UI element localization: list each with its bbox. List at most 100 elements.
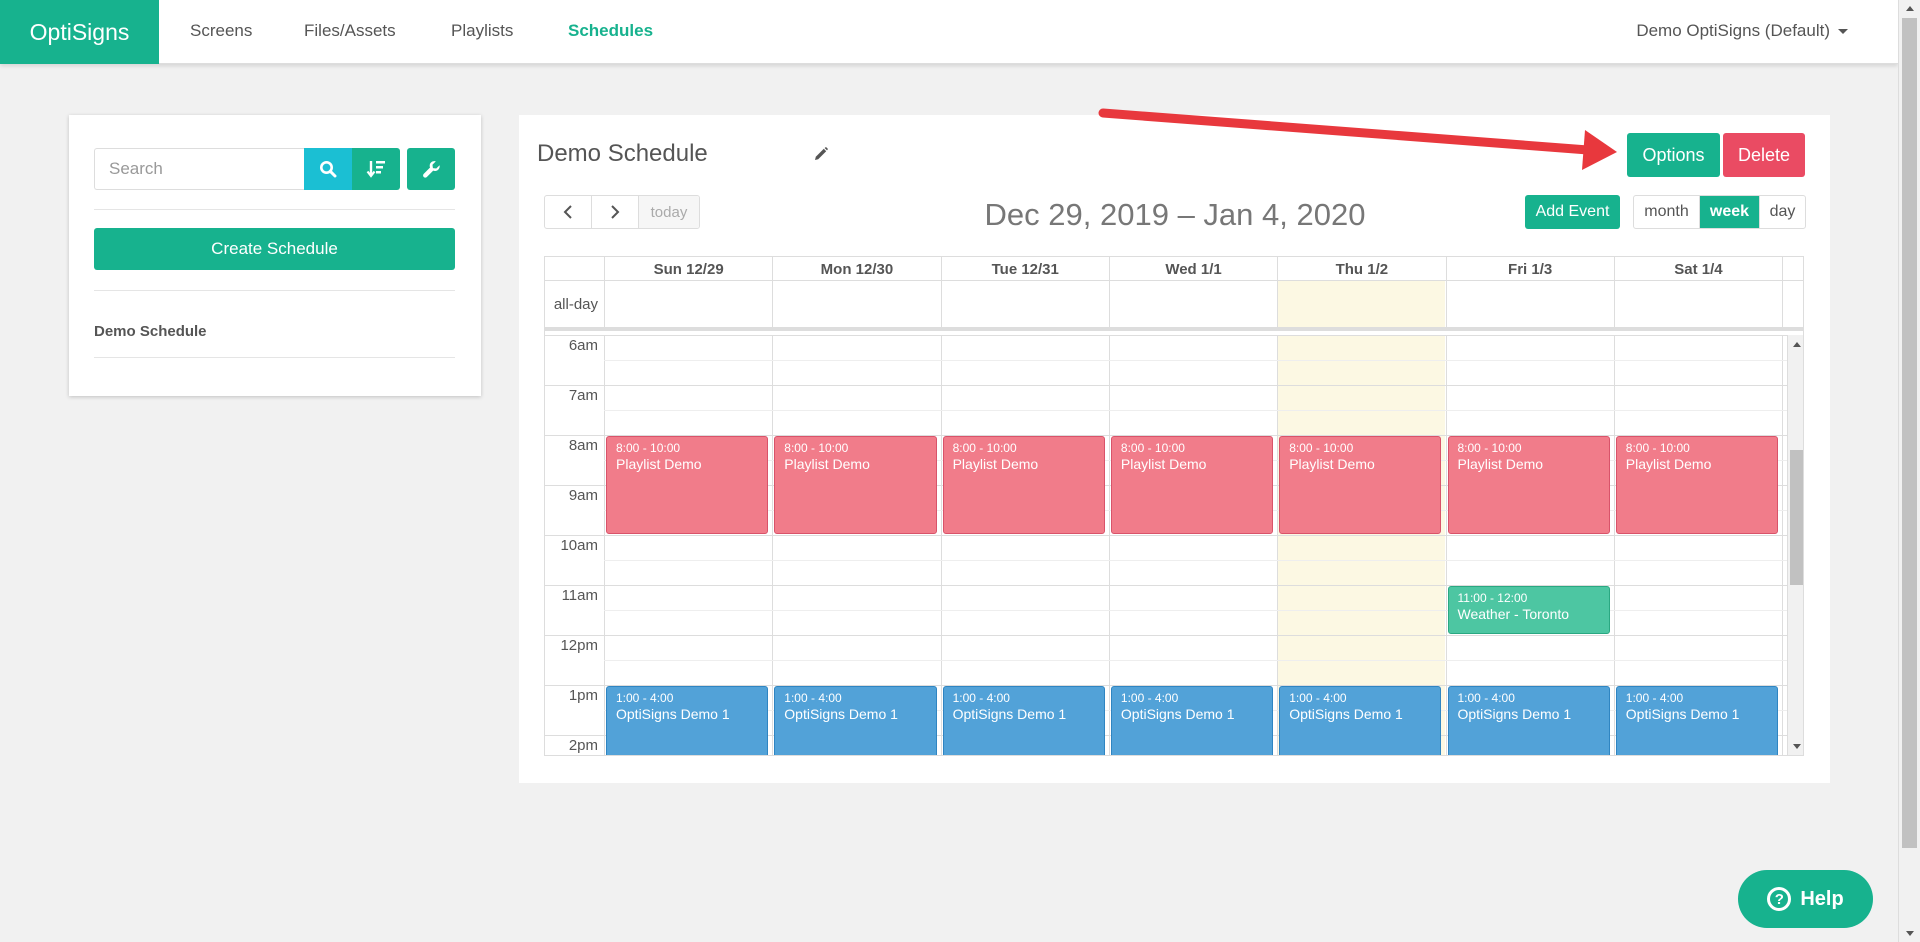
nav-playlists[interactable]: Playlists [451, 21, 513, 41]
optisigns-demo-event[interactable]: 1:00 - 4:00 OptiSigns Demo 1 [942, 686, 1105, 755]
optisigns-demo-event[interactable]: 1:00 - 4:00 OptiSigns Demo 1 [1110, 686, 1274, 755]
search-button[interactable] [304, 148, 352, 190]
column-divider [772, 335, 774, 755]
column-divider [1277, 281, 1279, 327]
pencil-icon[interactable] [814, 147, 828, 161]
event-time: 8:00 - 10:00 [1457, 441, 1522, 455]
chevron-right-icon [611, 205, 620, 219]
time-label: 9am [568, 487, 598, 504]
half-hour-line [604, 560, 1787, 561]
account-dropdown[interactable]: Demo OptiSigns (Default) [1636, 21, 1848, 41]
event-time: 1:00 - 4:00 [1625, 691, 1684, 705]
column-divider [1782, 335, 1784, 755]
schedule-list-item[interactable]: Demo Schedule [94, 323, 207, 340]
event-title: OptiSigns Demo 1 [1625, 706, 1740, 722]
settings-button[interactable] [407, 148, 455, 190]
schedule-title: Demo Schedule [537, 140, 708, 167]
event-time: 8:00 - 10:00 [1289, 441, 1354, 455]
playlist-demo-event[interactable]: 8:00 - 10:00 Playlist Demo [942, 436, 1105, 534]
event-title: Playlist Demo [784, 456, 870, 472]
question-icon: ? [1767, 887, 1792, 911]
time-label: 7am [568, 387, 598, 404]
playlist-demo-event[interactable]: 8:00 - 10:00 Playlist Demo [774, 436, 937, 534]
next-week-button[interactable] [592, 196, 639, 228]
event-title: OptiSigns Demo 1 [1289, 706, 1403, 722]
hour-line [545, 535, 1787, 536]
allday-label: all-day [553, 295, 598, 313]
nav-files-assets[interactable]: Files/Assets [304, 21, 396, 41]
add-event-button[interactable]: Add Event [1525, 195, 1620, 229]
view-day-button[interactable]: day [1760, 196, 1805, 228]
event-title: Playlist Demo [616, 456, 702, 472]
scroll-down-arrow-icon[interactable] [1793, 744, 1801, 749]
delete-button[interactable]: Delete [1723, 133, 1805, 177]
optisigns-demo-event[interactable]: 1:00 - 4:00 OptiSigns Demo 1 [1279, 686, 1442, 755]
time-label: 12pm [560, 637, 598, 654]
help-button[interactable]: ? Help [1738, 870, 1873, 928]
scroll-up-arrow-icon[interactable] [1793, 342, 1801, 347]
today-button[interactable]: today [639, 196, 699, 228]
optisigns-demo-event[interactable]: 1:00 - 4:00 OptiSigns Demo 1 [774, 686, 937, 755]
page-scrollbar[interactable] [1898, 0, 1920, 942]
options-button[interactable]: Options [1627, 133, 1720, 177]
time-label: 1pm [568, 687, 598, 704]
event-title: OptiSigns Demo 1 [784, 706, 898, 722]
calendar-day-headers: Sun 12/29 Mon 12/30 Tue 12/31 Wed 1/1 Thu 1/… [545, 257, 1803, 281]
optisigns-demo-event[interactable]: 1:00 - 4:00 OptiSigns Demo 1 [1447, 686, 1610, 755]
event-time: 1:00 - 4:00 [952, 691, 1010, 705]
event-title: OptiSigns Demo 1 [952, 706, 1067, 722]
hour-line [545, 635, 1787, 636]
column-divider [940, 281, 942, 327]
header-spacer [1782, 257, 1800, 281]
search-input[interactable] [94, 148, 304, 190]
sort-button[interactable] [352, 148, 400, 190]
event-title: OptiSigns Demo 1 [1120, 706, 1235, 722]
account-name: Demo OptiSigns (Default) [1636, 21, 1830, 40]
column-divider [1782, 281, 1784, 327]
page-scroll-down-icon[interactable] [1906, 931, 1914, 936]
scrollbar-thumb[interactable] [1790, 450, 1803, 585]
optisigns-demo-event[interactable]: 1:00 - 4:00 OptiSigns Demo 1 [606, 686, 769, 755]
calendar-scrollbar[interactable] [1787, 335, 1803, 755]
page-scroll-up-icon[interactable] [1906, 6, 1914, 11]
event-time: 8:00 - 10:00 [1625, 441, 1690, 455]
view-month-button[interactable]: month [1634, 196, 1700, 228]
page-scrollbar-thumb[interactable] [1902, 18, 1917, 848]
event-time: 1:00 - 4:00 [1120, 691, 1179, 705]
day-header: Fri 1/3 [1445, 257, 1614, 281]
playlist-demo-event[interactable]: 8:00 - 10:00 Playlist Demo [1279, 436, 1442, 534]
event-title: Playlist Demo [952, 456, 1039, 472]
event-time: 1:00 - 4:00 [616, 691, 674, 705]
column-divider [1108, 335, 1110, 755]
divider [94, 290, 455, 291]
brand-logo[interactable]: OptiSigns [0, 0, 159, 64]
event-time: 1:00 - 4:00 [784, 691, 842, 705]
day-header: Sat 1/4 [1613, 257, 1782, 281]
column-divider [1277, 335, 1279, 755]
playlist-demo-event[interactable]: 8:00 - 10:00 Playlist Demo [606, 436, 769, 534]
column-divider [940, 335, 942, 755]
playlist-demo-event[interactable]: 8:00 - 10:00 Playlist Demo [1110, 436, 1274, 534]
day-header: Tue 12/31 [940, 257, 1109, 281]
half-hour-line [604, 660, 1787, 661]
event-title: Playlist Demo [1625, 456, 1712, 472]
time-label: 10am [560, 537, 598, 554]
hour-line [545, 385, 1787, 386]
event-time: 8:00 - 10:00 [616, 441, 681, 455]
nav-schedules[interactable]: Schedules [568, 21, 653, 41]
event-title: OptiSigns Demo 1 [616, 706, 730, 722]
create-schedule-button[interactable]: Create Schedule [94, 228, 455, 270]
column-divider [1108, 281, 1110, 327]
view-week-button[interactable]: week [1700, 196, 1760, 228]
optisigns-demo-event[interactable]: 1:00 - 4:00 OptiSigns Demo 1 [1615, 686, 1779, 755]
column-divider [1445, 335, 1447, 755]
prev-week-button[interactable] [545, 196, 592, 228]
playlist-demo-event[interactable]: 8:00 - 10:00 Playlist Demo [1447, 436, 1610, 534]
day-header: Wed 1/1 [1108, 257, 1277, 281]
playlist-demo-event[interactable]: 8:00 - 10:00 Playlist Demo [1615, 436, 1779, 534]
event-time: 1:00 - 4:00 [1457, 691, 1515, 705]
nav-screens[interactable]: Screens [190, 21, 252, 41]
day-header: Sun 12/29 [604, 257, 772, 281]
weather-toronto-event[interactable]: 11:00 - 12:00 Weather - Toronto [1447, 586, 1610, 634]
time-label: 11am [561, 587, 598, 604]
